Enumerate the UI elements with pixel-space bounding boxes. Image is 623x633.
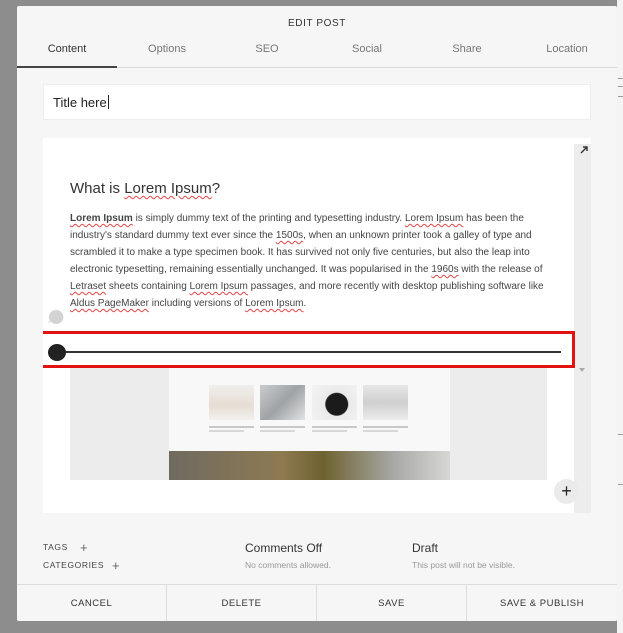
categories-label: CATEGORIES — [43, 560, 105, 570]
tags-label: TAGS — [43, 542, 68, 552]
thumbnail-caption-line — [209, 426, 254, 428]
spellcheck-word: 1960s — [431, 264, 459, 275]
chevron-down-icon — [579, 368, 585, 372]
save-button[interactable]: SAVE — [317, 585, 467, 621]
tab-social[interactable]: Social — [317, 38, 417, 67]
thumbnail-caption-line — [363, 430, 398, 432]
background-mark — [618, 86, 623, 87]
content-editor[interactable]: What is Lorem Ipsum? Lorem Ipsum is simp… — [43, 138, 591, 513]
thumbnail-caption-line — [363, 426, 408, 428]
thumbnail-caption-line — [312, 426, 357, 428]
spellcheck-word: Lorem Ipsum — [70, 213, 133, 224]
dialog-title: EDIT POST — [287, 18, 346, 29]
delete-button[interactable]: DELETE — [167, 585, 317, 621]
comments-description: No comments allowed. — [245, 560, 331, 570]
heading-link: Lorem Ipsum — [124, 180, 212, 197]
spellcheck-word: Lorem Ipsum — [189, 281, 248, 292]
thumbnail-caption-line — [209, 430, 244, 432]
background-mark — [618, 78, 623, 79]
spellcheck-word: Lorem Ipsum — [404, 213, 464, 224]
paragraph-text: with the release of — [458, 264, 543, 275]
tab-options[interactable]: Options — [117, 38, 217, 67]
tab-seo[interactable]: SEO — [217, 38, 317, 67]
tab-bar: Content Options SEO Social Share Locatio… — [17, 38, 617, 68]
drag-handle-icon[interactable] — [47, 308, 65, 326]
background-mark — [618, 434, 623, 435]
thumbnail-caption-line — [312, 430, 347, 432]
comments-setting[interactable]: Comments Off — [245, 541, 322, 555]
image-photo-strip — [169, 451, 450, 480]
text-caret — [108, 95, 109, 109]
spellcheck-word: 1500s — [275, 230, 304, 241]
paragraph-text: sheets containing — [106, 281, 190, 292]
image-thumbnail — [260, 385, 305, 420]
status-description: This post will not be visible. — [412, 560, 515, 570]
tab-location[interactable]: Location — [517, 38, 617, 67]
expand-arrow-icon[interactable] — [578, 144, 590, 156]
spellcheck-word: Lorem Ipsum — [245, 298, 304, 309]
image-thumbnail — [363, 385, 408, 420]
image-preview — [169, 368, 450, 480]
spellcheck-word: Aldus PageMaker — [70, 298, 149, 309]
post-heading: What is Lorem Ipsum? — [70, 180, 220, 197]
tab-content[interactable]: Content — [17, 38, 117, 68]
image-thumbnail — [209, 385, 254, 420]
cancel-button[interactable]: CANCEL — [17, 585, 167, 621]
add-block-button[interactable]: + — [554, 479, 579, 504]
image-block[interactable] — [70, 368, 547, 480]
post-status[interactable]: Draft — [412, 541, 438, 555]
background-mark — [618, 484, 623, 485]
post-paragraph: Lorem Ipsum is simply dummy text of the … — [70, 210, 545, 312]
edit-post-dialog: EDIT POST Content Options SEO Social Sha… — [17, 6, 617, 621]
image-thumbnail — [312, 385, 357, 420]
editor-scroll-strip — [574, 144, 591, 513]
post-title-input[interactable] — [43, 84, 591, 120]
slider-track[interactable] — [57, 351, 561, 353]
add-category-button[interactable]: + — [112, 559, 120, 572]
spellcheck-word: Letraset — [70, 281, 107, 292]
paragraph-text: including versions of — [148, 298, 246, 309]
save-publish-button[interactable]: SAVE & PUBLISH — [467, 585, 617, 621]
paragraph-text: passages, and more recently with desktop… — [247, 281, 544, 292]
paragraph-text: . — [303, 298, 307, 309]
slider-thumb[interactable] — [48, 344, 66, 361]
paragraph-text: is simply dummy text of the printing and… — [132, 213, 405, 224]
background-page-edge — [617, 0, 623, 633]
dialog-footer: CANCEL DELETE SAVE SAVE & PUBLISH — [17, 584, 617, 621]
heading-prefix: What is — [70, 180, 125, 197]
thumbnail-caption-line — [260, 426, 305, 428]
background-mark — [618, 96, 623, 97]
heading-suffix: ? — [211, 180, 221, 197]
tab-share[interactable]: Share — [417, 38, 517, 67]
thumbnail-caption-line — [260, 430, 295, 432]
plus-icon: + — [561, 481, 572, 501]
slider-highlight-box — [43, 331, 575, 368]
add-tag-button[interactable]: + — [80, 541, 88, 554]
